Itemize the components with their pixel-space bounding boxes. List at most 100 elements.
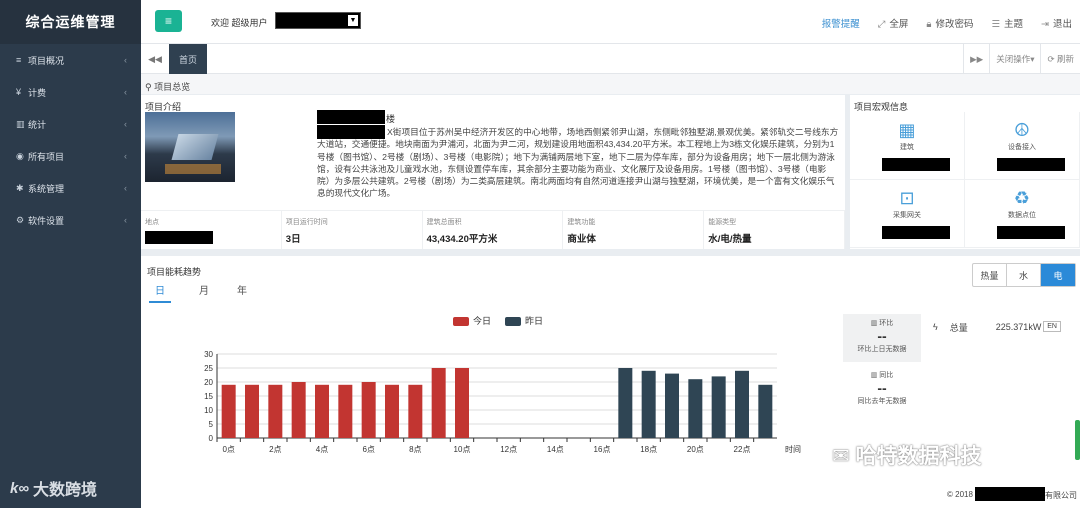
theme-button[interactable]: ☰ 主题 bbox=[991, 16, 1023, 30]
x-axis-label: 时间 bbox=[785, 444, 801, 454]
energy-type-button-1[interactable]: 水 bbox=[1007, 264, 1041, 286]
unit-select[interactable]: EN bbox=[1043, 321, 1061, 332]
yoy-label: 同比 bbox=[879, 372, 894, 379]
sidebar-item-label: 项目概况 bbox=[28, 55, 65, 66]
stat-value: 商业体 bbox=[567, 234, 596, 245]
mom-label: 环比 bbox=[879, 320, 894, 327]
macro-value-redacted bbox=[882, 158, 950, 171]
sidebar-item-label: 所有项目 bbox=[28, 151, 65, 162]
macro-value-redacted bbox=[997, 158, 1065, 171]
gateway-icon: ⊡ bbox=[899, 188, 915, 208]
energy-type-button-2[interactable]: 电 bbox=[1041, 264, 1075, 286]
tab-home[interactable]: 首页 bbox=[169, 44, 207, 74]
tab-bar: ◀◀ 首页 ▶▶ 关闭操作 ▾ ⟳ 刷新 bbox=[141, 44, 1080, 74]
energy-bar-chart: 0 5 10 15 20 25 30 0点 2点 4点 6点 8点 10点 12点 14点 16点 18点 20点… bbox=[204, 350, 801, 454]
stat-label: 建筑总面积 bbox=[426, 219, 462, 226]
macro-cell-2[interactable]: ⊡ 采集网关 bbox=[850, 180, 965, 248]
bar-today bbox=[455, 368, 469, 438]
y-tick-label: 30 bbox=[204, 350, 213, 359]
breadcrumb: ⚲ 项目总览 bbox=[141, 74, 1080, 94]
change-password-button[interactable]: 🔒︎ 修改密码 bbox=[926, 16, 973, 30]
sidebar-item-label: 软件设置 bbox=[28, 215, 65, 226]
tab-scroll-right-button[interactable]: ▶▶ bbox=[963, 44, 989, 74]
company-name-redacted bbox=[975, 487, 1045, 501]
total-row: ϟ 总量 225.371kW EN bbox=[933, 316, 1071, 338]
sidebar-item-4[interactable]: ✱ 系统管理 ‹ bbox=[0, 172, 141, 204]
fullscreen-button[interactable]: ⤢ 全屏 bbox=[878, 16, 909, 30]
y-tick-label: 0 bbox=[209, 434, 214, 443]
sidebar: 综合运维管理 ≡ 项目概况 ‹ ¥ 计费 ‹ ▥ 统计 ‹ ◉ 所有项目 ‹ ✱ 系统管理 ‹ ⚙ 软件设置 ‹ … bbox=[0, 0, 141, 508]
x-tick-label: 0点 bbox=[222, 445, 234, 454]
sidebar-item-5[interactable]: ⚙ 软件设置 ‹ bbox=[0, 204, 141, 236]
building-icon: ▦ bbox=[898, 120, 916, 140]
y-tick-label: 20 bbox=[204, 378, 213, 387]
sidebar-item-1[interactable]: ¥ 计费 ‹ bbox=[0, 76, 141, 108]
theme-label: 主题 bbox=[1004, 19, 1024, 30]
stat-label: 项目运行时间 bbox=[285, 219, 328, 226]
footer: © 2018 有限公司 bbox=[141, 482, 1080, 508]
x-tick-label: 16点 bbox=[594, 445, 611, 454]
macro-value-redacted bbox=[882, 226, 950, 239]
mom-value: -- bbox=[877, 328, 887, 344]
scroll-indicator[interactable] bbox=[1075, 420, 1080, 460]
macro-cell-3[interactable]: ♻ 数据点位 bbox=[965, 180, 1080, 248]
double-chevron-right-icon: ▶▶ bbox=[970, 53, 984, 64]
stat-label: 能源类型 bbox=[708, 219, 737, 226]
x-tick-label: 14点 bbox=[547, 445, 564, 454]
refresh-button[interactable]: ⟳ 刷新 bbox=[1040, 44, 1080, 74]
tab-scroll-left-button[interactable]: ◀◀ bbox=[141, 44, 169, 74]
x-tick-label: 20点 bbox=[687, 445, 704, 454]
alarm-link[interactable]: 报警提醒 bbox=[822, 16, 860, 30]
sidebar-item-label: 统计 bbox=[28, 119, 47, 130]
watermark-right: ✉ 哈特数据科技 bbox=[832, 440, 981, 470]
logout-icon: ⇥ bbox=[1041, 19, 1049, 30]
project-name-suffix: 楼 bbox=[386, 114, 396, 124]
sidebar-item-2[interactable]: ▥ 统计 ‹ bbox=[0, 108, 141, 140]
bar-yesterday bbox=[641, 370, 656, 438]
project-stats: 地点 项目运行时间 3日 建筑总面积 43,434.20平方米 建筑功能 商业体 能源类型 水/… bbox=[141, 210, 845, 249]
macro-label: 建筑 bbox=[900, 144, 914, 151]
energy-type-button-0[interactable]: 热量 bbox=[973, 264, 1007, 286]
project-photo bbox=[145, 112, 235, 182]
watermark-left: k∞ 大数跨境 bbox=[10, 476, 97, 500]
wechat-icon: ✉ bbox=[832, 445, 850, 468]
breadcrumb-label: 项目总览 bbox=[154, 82, 191, 92]
lock-icon: 🔒︎ bbox=[926, 19, 932, 30]
bar-yesterday bbox=[665, 373, 679, 438]
macro-label: 设备接入 bbox=[1008, 144, 1036, 151]
user-select[interactable]: ▼ bbox=[275, 12, 361, 29]
chevron-left-icon: ‹ bbox=[124, 183, 127, 193]
macro-cell-0[interactable]: ▦ 建筑 bbox=[850, 112, 965, 180]
chevron-left-icon: ‹ bbox=[124, 119, 127, 129]
y-tick-label: 10 bbox=[204, 406, 213, 415]
top-bar: ≡ 欢迎 超级用户 ▼ 报警提醒 ⤢ 全屏 🔒︎ 修改密码 ☰ 主题 ⇥ 退出 bbox=[141, 0, 1080, 44]
stat-item: 地点 bbox=[141, 211, 282, 249]
sidebar-item-3[interactable]: ◉ 所有项目 ‹ bbox=[0, 140, 141, 172]
x-tick-label: 12点 bbox=[500, 445, 517, 454]
x-tick-label: 18点 bbox=[640, 445, 657, 454]
location-redacted bbox=[145, 231, 213, 244]
x-tick-label: 22点 bbox=[734, 445, 751, 454]
bar-today bbox=[408, 384, 423, 438]
macro-cell-1[interactable]: ☮ 设备接入 bbox=[965, 112, 1080, 180]
copyright-text: © 2018 bbox=[947, 490, 973, 499]
close-ops-dropdown[interactable]: 关闭操作 ▾ bbox=[989, 44, 1040, 74]
bar-yesterday bbox=[711, 376, 726, 438]
yoy-card: ▥ 同比 -- 同比去年无数据 bbox=[843, 366, 921, 416]
nav-icon: ¥ bbox=[16, 87, 22, 97]
menu-toggle-button[interactable]: ≡ bbox=[155, 10, 182, 32]
logout-button[interactable]: ⇥ 退出 bbox=[1041, 16, 1072, 30]
bar-today bbox=[245, 384, 259, 438]
close-ops-label: 关闭操作 bbox=[996, 54, 1031, 64]
stat-item: 能源类型水/电/热量 bbox=[704, 211, 845, 249]
stat-value: 水/电/热量 bbox=[708, 234, 752, 245]
macro-label: 采集网关 bbox=[893, 212, 921, 219]
sidebar-item-0[interactable]: ≡ 项目概况 ‹ bbox=[0, 44, 141, 76]
device-icon: ☮ bbox=[1013, 120, 1031, 140]
welcome-text: 欢迎 超级用户 bbox=[211, 18, 268, 28]
bar-today bbox=[315, 384, 329, 438]
hamburger-icon: ≡ bbox=[164, 14, 172, 28]
y-tick-label: 15 bbox=[204, 392, 213, 401]
watermark-right-text: 哈特数据科技 bbox=[855, 445, 982, 468]
recycle-icon: ♻ bbox=[1013, 188, 1031, 208]
